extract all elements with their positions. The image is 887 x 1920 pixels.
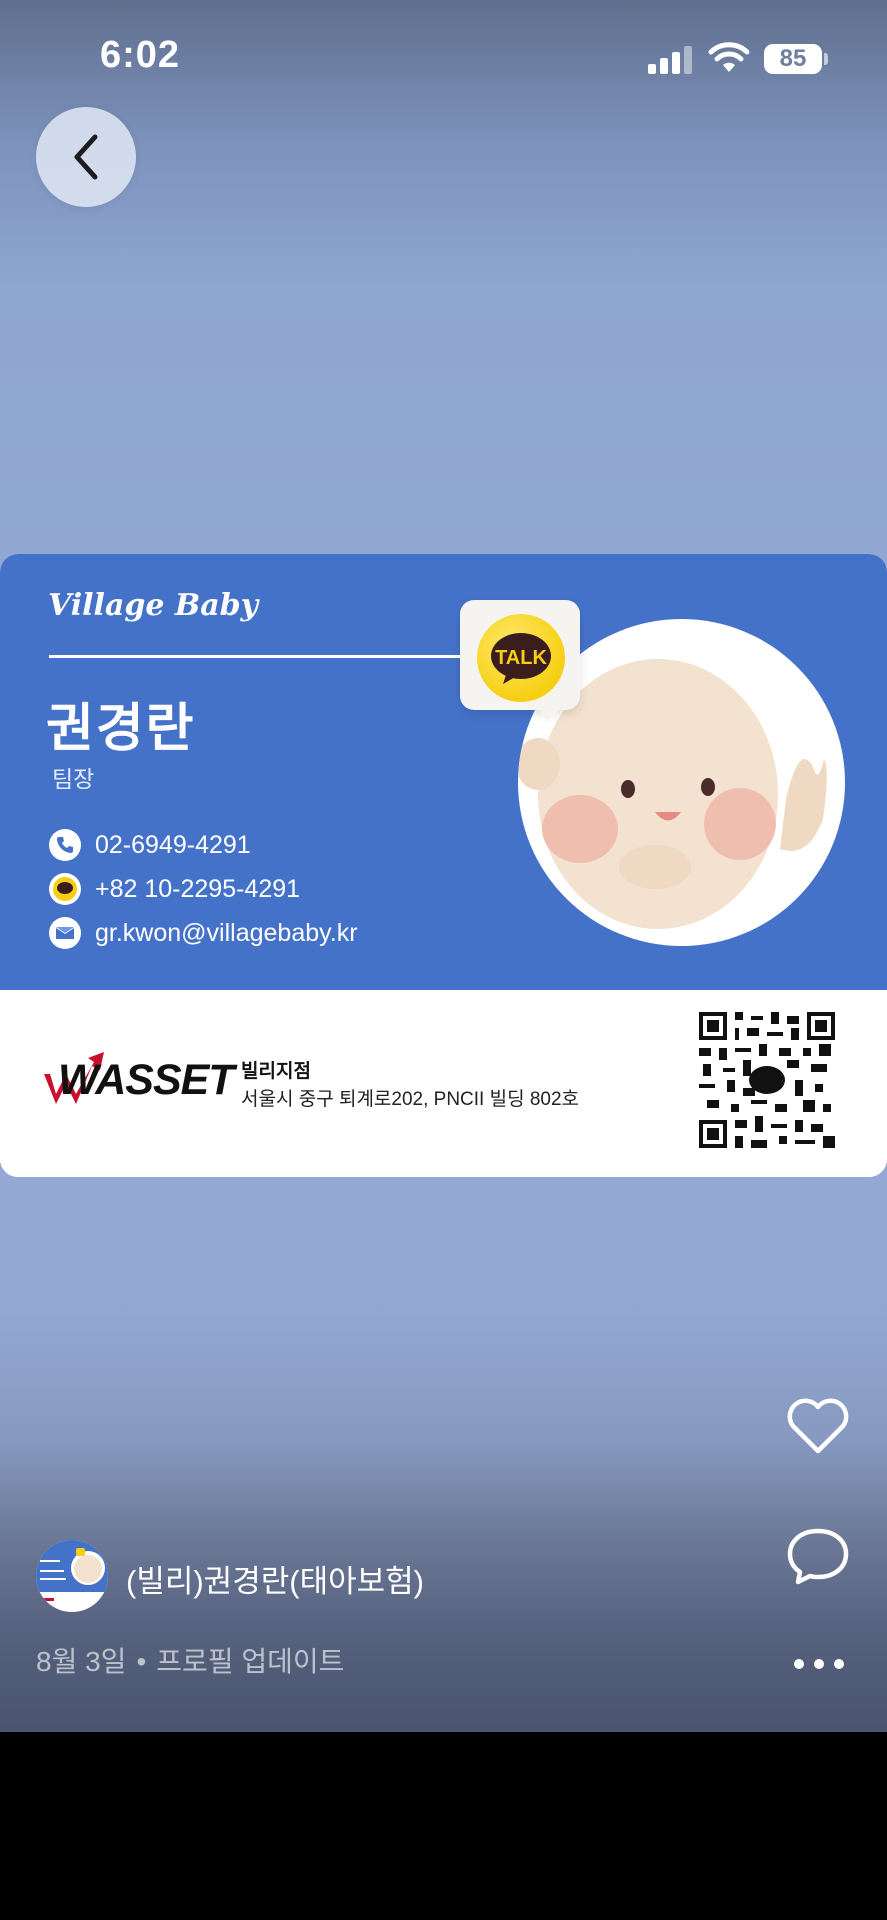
bottom-black-area (0, 1732, 887, 1920)
post-date: 8월 3일 (36, 1646, 127, 1677)
email-address: gr.kwon@villagebaby.kr (95, 918, 358, 947)
heart-icon[interactable] (786, 1397, 850, 1455)
person-title: 팀장 (52, 766, 95, 792)
talk-label: TALK (495, 647, 547, 669)
wifi-icon (708, 42, 750, 72)
back-button[interactable] (36, 107, 136, 207)
post-meta: 8월 3일 • 프로필 업데이트 (36, 1640, 344, 1680)
card-header: Village Baby 권경란 팀장 02-6949-4291 +82 10-… (0, 554, 887, 990)
status-time: 6:02 (100, 34, 181, 76)
author-name[interactable]: (빌리)권경란(태아보험) (126, 1556, 424, 1601)
brand-logo-text: Village Baby (48, 588, 259, 623)
speech-bubble-icon[interactable] (786, 1526, 850, 1586)
avatar[interactable] (36, 1540, 108, 1612)
mobile-number: +82 10-2295-4291 (95, 874, 301, 903)
kakaotalk-logo-icon: TALK (477, 614, 565, 702)
kakaotalk-icon (49, 873, 81, 905)
meta-separator: • (136, 1646, 147, 1677)
contact-email: gr.kwon@villagebaby.kr (49, 916, 358, 950)
company-logo-text: WASSET (58, 1056, 235, 1104)
phone-icon (49, 829, 81, 861)
divider (49, 655, 467, 658)
phone-number: 02-6949-4291 (95, 830, 251, 859)
contact-mobile: +82 10-2295-4291 (49, 872, 300, 906)
contact-phone: 02-6949-4291 (49, 828, 251, 862)
chevron-left-icon (74, 134, 98, 180)
post-action: 프로필 업데이트 (156, 1646, 345, 1677)
cellular-signal-icon (648, 44, 692, 74)
qr-code (699, 1012, 835, 1148)
card-footer: WASSET 빌리지점 서울시 중구 퇴계로202, PNCII 빌딩 802호 (0, 990, 887, 1177)
mail-icon (49, 917, 81, 949)
battery-tip (824, 53, 828, 65)
person-name: 권경란 (46, 700, 196, 758)
branch-address: 서울시 중구 퇴계로202, PNCII 빌딩 802호 (241, 1089, 580, 1110)
branch-name: 빌리지점 (241, 1061, 311, 1082)
battery-indicator: 85 (764, 44, 822, 74)
business-card-image: Village Baby 권경란 팀장 02-6949-4291 +82 10-… (0, 554, 887, 1177)
profile-photo-viewer: 6:02 85 Village Baby 권경란 팀장 02-6949-4291 (0, 0, 887, 1732)
more-dots-icon[interactable] (791, 1653, 847, 1675)
